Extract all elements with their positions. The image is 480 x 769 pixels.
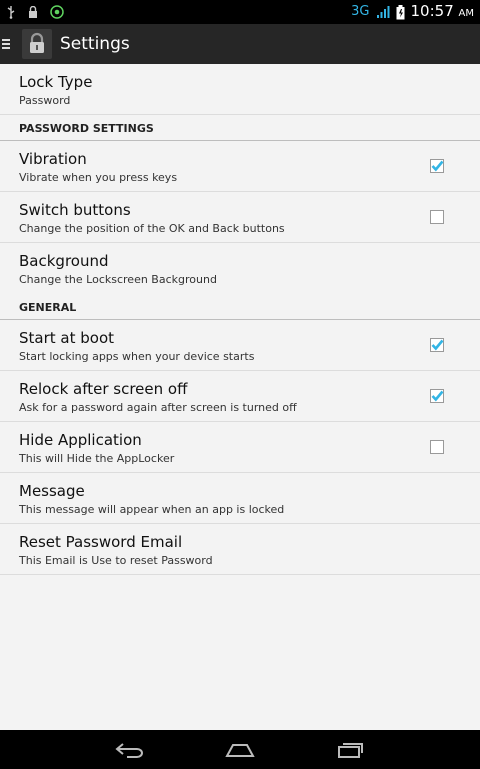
- pref-title: Relock after screen off: [19, 380, 188, 398]
- start-at-boot-checkbox[interactable]: [430, 338, 444, 352]
- pref-title: Vibration: [19, 150, 87, 168]
- pref-summary: This message will appear when an app is …: [19, 503, 285, 516]
- section-header-label: PASSWORD SETTINGS: [19, 122, 154, 135]
- pref-message[interactable]: Message This message will appear when an…: [0, 473, 480, 524]
- pref-summary: Change the position of the OK and Back b…: [19, 222, 285, 235]
- pref-title: Start at boot: [19, 329, 115, 347]
- pref-hide-application[interactable]: Hide Application This will Hide the AppL…: [0, 422, 480, 473]
- pref-title: Reset Password Email: [19, 533, 183, 551]
- hide-application-checkbox[interactable]: [430, 440, 444, 454]
- drawer-menu-icon[interactable]: [0, 24, 12, 64]
- pref-title: Switch buttons: [19, 201, 131, 219]
- page-title: Settings: [60, 34, 130, 54]
- pref-vibration[interactable]: Vibration Vibrate when you press keys: [0, 141, 480, 192]
- recent-apps-icon[interactable]: [328, 735, 372, 765]
- clock-time: 10:57: [410, 1, 454, 20]
- pref-summary: Change the Lockscreen Background: [19, 273, 217, 286]
- usb-icon: [6, 5, 16, 19]
- status-clock: 10:57 AM: [411, 0, 474, 26]
- relock-checkbox[interactable]: [430, 389, 444, 403]
- switch-buttons-checkbox[interactable]: [430, 210, 444, 224]
- pref-reset-password-email[interactable]: Reset Password Email This Email is Use t…: [0, 524, 480, 575]
- lock-icon: [28, 5, 38, 18]
- pref-start-at-boot[interactable]: Start at boot Start locking apps when yo…: [0, 320, 480, 371]
- app-logo-icon[interactable]: [22, 29, 52, 59]
- pref-summary: Vibrate when you press keys: [19, 171, 178, 184]
- pref-title: Background: [19, 252, 109, 270]
- section-header-password-settings: PASSWORD SETTINGS: [0, 115, 480, 141]
- status-bar: 3G 10:57 AM: [0, 0, 480, 24]
- network-type: 3G: [351, 4, 370, 19]
- pref-summary: This Email is Use to reset Password: [19, 554, 213, 567]
- vibration-checkbox[interactable]: [430, 159, 444, 173]
- pref-lock-type[interactable]: Lock Type Password: [0, 64, 480, 115]
- pref-summary: Password: [19, 94, 71, 107]
- battery-icon: [396, 4, 405, 20]
- section-header-general: GENERAL: [0, 294, 480, 320]
- signal-icon: [376, 5, 390, 19]
- settings-list: Lock Type Password PASSWORD SETTINGS Vib…: [0, 64, 480, 730]
- pref-summary: This will Hide the AppLocker: [19, 452, 175, 465]
- status-system: 3G 10:57 AM: [351, 0, 474, 26]
- action-bar: Settings: [0, 24, 480, 64]
- pref-background[interactable]: Background Change the Lockscreen Backgro…: [0, 243, 480, 294]
- pref-title: Lock Type: [19, 73, 93, 91]
- home-icon[interactable]: [218, 735, 262, 765]
- pref-title: Hide Application: [19, 431, 142, 449]
- section-header-label: GENERAL: [19, 301, 77, 314]
- pref-relock-after-screen-off[interactable]: Relock after screen off Ask for a passwo…: [0, 371, 480, 422]
- back-icon[interactable]: [108, 735, 152, 765]
- pref-switch-buttons[interactable]: Switch buttons Change the position of th…: [0, 192, 480, 243]
- navigation-bar: [0, 730, 480, 769]
- pref-summary: Ask for a password again after screen is…: [19, 401, 297, 414]
- pref-summary: Start locking apps when your device star…: [19, 350, 255, 363]
- status-notifications: [6, 5, 64, 19]
- pref-title: Message: [19, 482, 85, 500]
- android-debug-icon: [50, 5, 64, 19]
- clock-ampm: AM: [458, 7, 474, 19]
